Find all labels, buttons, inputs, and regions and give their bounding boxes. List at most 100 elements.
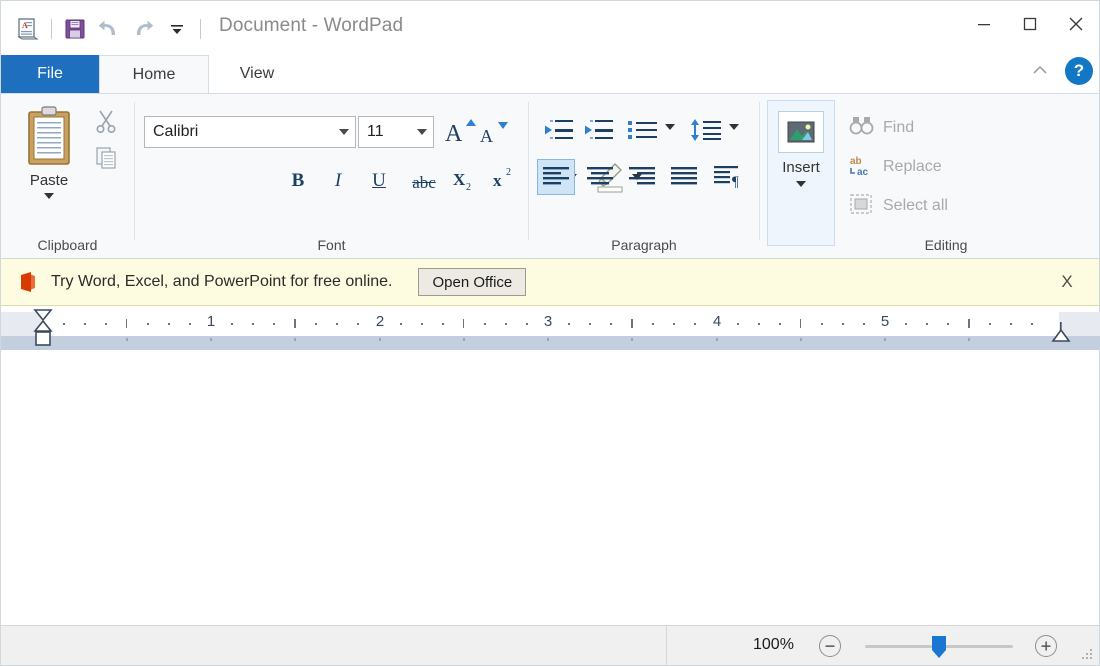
resize-grip[interactable] — [1082, 649, 1094, 661]
quick-access-separator-2 — [200, 19, 201, 39]
open-office-button[interactable]: Open Office — [418, 268, 527, 296]
find-button: Find — [849, 110, 914, 146]
shrink-font-icon: A — [480, 122, 508, 146]
superscript-button[interactable]: x 2 — [491, 164, 521, 197]
bold-button[interactable]: B — [285, 164, 311, 198]
group-label-paragraph: Paragraph — [611, 237, 677, 253]
notification-message: Try Word, Excel, and PowerPoint for free… — [51, 273, 393, 290]
paste-button[interactable]: Paste — [5, 102, 93, 199]
notification-bar: Try Word, Excel, and PowerPoint for free… — [1, 259, 1099, 306]
ribbon-group-font: Calibri 11 A A B I U abc X 2 x 2 Font — [135, 94, 642, 258]
svg-text:X: X — [453, 170, 466, 189]
paste-label: Paste — [29, 172, 69, 189]
first-line-indent-marker[interactable] — [32, 308, 54, 353]
right-indent-marker[interactable] — [1051, 322, 1071, 349]
strikethrough-button[interactable]: abc — [407, 166, 441, 200]
svg-text:A: A — [480, 126, 493, 146]
bullets-icon — [628, 121, 657, 139]
ruler-number-4: 4 — [712, 313, 722, 330]
window-title: Document - WordPad — [219, 15, 404, 36]
collapse-ribbon-icon[interactable] — [1027, 58, 1053, 84]
chevron-down-icon[interactable] — [339, 129, 349, 135]
customize-quick-access-icon[interactable] — [160, 12, 194, 46]
svg-text:¶: ¶ — [732, 174, 739, 190]
svg-text:2: 2 — [466, 182, 471, 193]
status-divider — [666, 626, 667, 665]
ruler-band — [1, 336, 1100, 350]
insert-label: Insert — [782, 159, 820, 176]
ribbon-group-insert[interactable]: Insert — [767, 100, 835, 246]
svg-text:A: A — [445, 121, 463, 147]
quick-access-toolbar: A — [11, 11, 207, 47]
undo-icon[interactable] — [92, 12, 126, 46]
font-size-value: 11 — [367, 123, 384, 140]
increase-indent-icon — [585, 120, 613, 139]
superscript-icon: x 2 — [493, 167, 511, 190]
line-spacing-dropdown-caret[interactable] — [729, 124, 739, 130]
line-spacing-icon — [691, 119, 721, 141]
replace-icon: ab ac — [849, 153, 875, 182]
ruler[interactable]: 1 2 3 4 5 — [1, 306, 1100, 353]
find-icon — [849, 115, 875, 142]
insert-dropdown-caret[interactable] — [796, 181, 806, 187]
status-bar: 100% — [1, 625, 1099, 665]
svg-text:ac: ac — [857, 167, 869, 177]
align-right-button[interactable] — [623, 159, 661, 195]
wordpad-document-icon: A — [11, 12, 45, 46]
chevron-down-icon[interactable] — [417, 129, 427, 135]
tab-home[interactable]: Home — [99, 55, 209, 93]
justify-button[interactable] — [665, 159, 703, 195]
save-icon[interactable] — [58, 12, 92, 46]
underline-button[interactable]: U — [366, 164, 392, 198]
ribbon-group-clipboard: Paste Clipboard — [1, 94, 134, 258]
decrease-indent-button[interactable] — [541, 114, 577, 146]
ruler-number-1: 1 — [206, 313, 216, 330]
font-family-combo[interactable]: Calibri — [144, 116, 356, 148]
zoom-in-button[interactable] — [1035, 635, 1057, 657]
align-left-button[interactable] — [537, 159, 575, 195]
shrink-font-button[interactable]: A — [478, 116, 512, 155]
zoom-out-button[interactable] — [819, 635, 841, 657]
redo-icon[interactable] — [126, 12, 160, 46]
increase-indent-button[interactable] — [581, 114, 617, 146]
close-icon[interactable] — [1053, 1, 1099, 47]
find-label: Find — [883, 119, 915, 136]
tab-view[interactable]: View — [209, 55, 305, 93]
subscript-icon: X 2 — [453, 170, 471, 193]
tab-file[interactable]: File — [1, 55, 99, 93]
select-all-icon — [849, 193, 875, 220]
window-controls — [961, 1, 1099, 47]
paste-dropdown-caret[interactable] — [44, 193, 54, 199]
help-button[interactable]: ? — [1065, 57, 1093, 85]
align-center-button[interactable] — [581, 159, 619, 195]
wordpad-window: A Document - WordPad File Home View ? Pa… — [0, 0, 1100, 666]
ruler-number-5: 5 — [880, 313, 890, 330]
grow-font-icon: A — [445, 119, 476, 147]
svg-text:ab: ab — [850, 156, 862, 167]
italic-button[interactable]: I — [325, 164, 351, 198]
ruler-number-2: 2 — [375, 313, 385, 330]
replace-label: Replace — [883, 158, 942, 175]
grow-font-button[interactable]: A — [443, 114, 477, 153]
notification-close-icon[interactable]: X — [1055, 270, 1079, 294]
justify-icon — [671, 167, 697, 185]
bullets-dropdown-caret[interactable] — [665, 124, 675, 130]
document-text[interactable] — [1, 367, 1099, 379]
ribbon-group-editing: Find ab ac Replace Select all Editing — [841, 94, 1099, 258]
zoom-slider-thumb[interactable] — [929, 635, 949, 659]
bullets-button[interactable] — [625, 114, 661, 146]
select-all-button: Select all — [849, 188, 948, 224]
cut-button — [89, 104, 123, 138]
paragraph-settings-button[interactable]: ¶ — [709, 159, 747, 195]
line-spacing-button[interactable] — [689, 114, 725, 146]
minimize-icon[interactable] — [961, 1, 1007, 47]
ribbon-tab-strip: File Home View ? — [1, 55, 1099, 93]
maximize-icon[interactable] — [1007, 1, 1053, 47]
document-canvas[interactable] — [1, 367, 1099, 627]
decrease-indent-icon — [545, 120, 573, 139]
ruler-number-3: 3 — [543, 313, 553, 330]
font-size-combo[interactable]: 11 — [358, 116, 434, 148]
subscript-button[interactable]: X 2 — [451, 166, 481, 199]
zoom-level-label: 100% — [753, 636, 794, 653]
align-left-icon — [543, 167, 569, 185]
